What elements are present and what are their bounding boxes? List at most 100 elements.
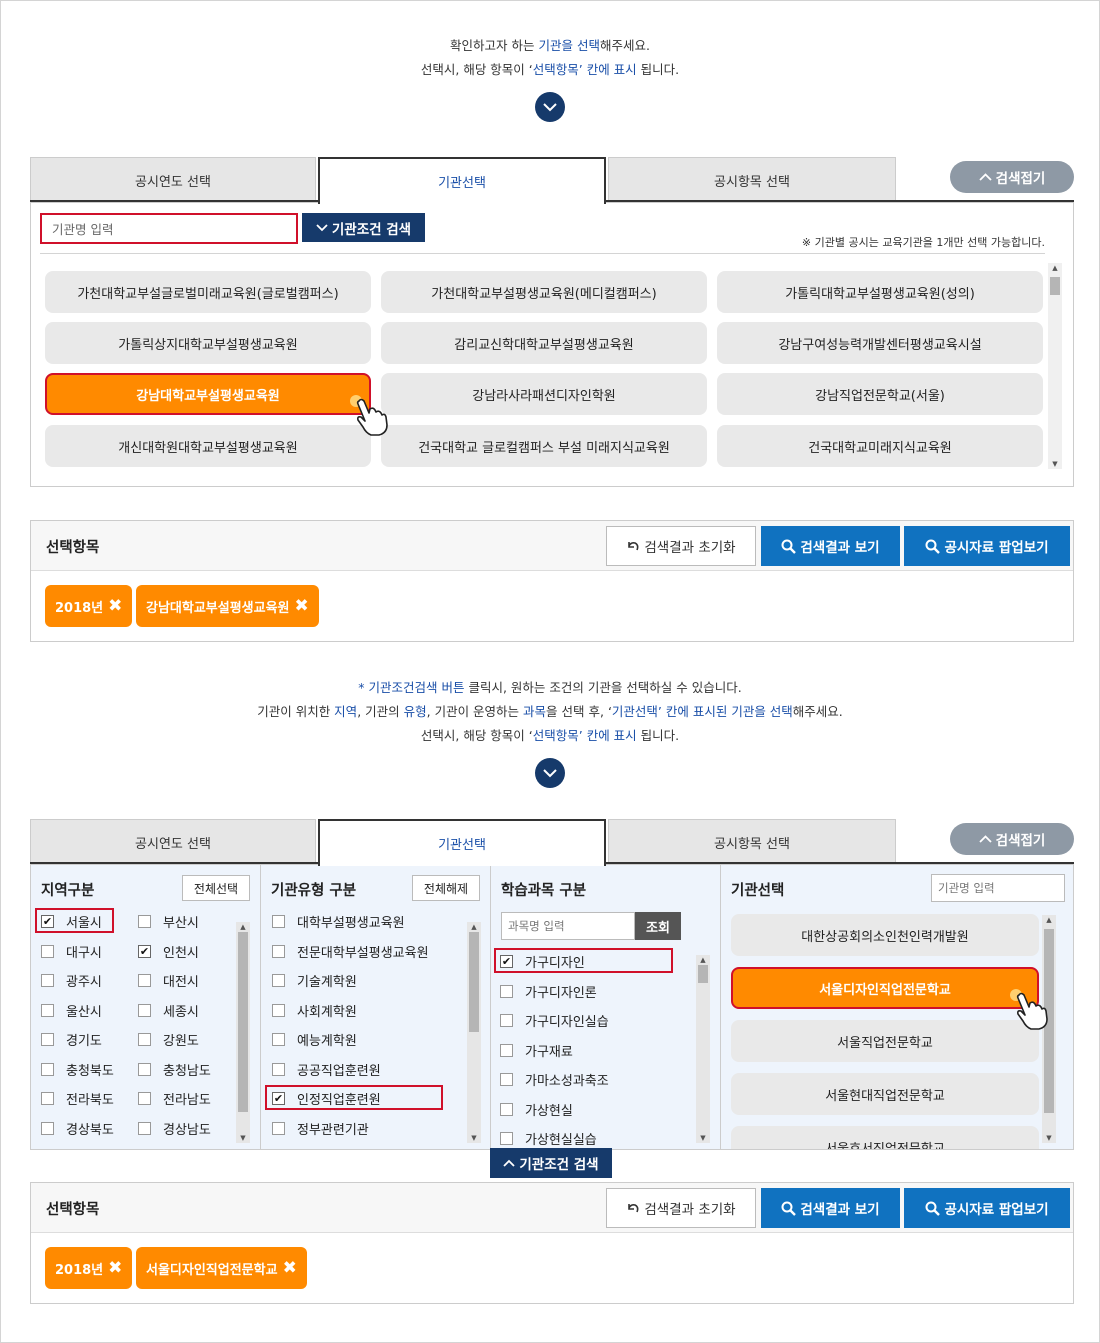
region-checkbox[interactable]: 경상남도 [138, 1119, 211, 1138]
collapse-search-button[interactable]: 검색접기 [950, 823, 1074, 855]
scroll-down-icon[interactable]: ▼ [467, 1133, 481, 1143]
scroll-down-icon[interactable]: ▼ [1048, 459, 1062, 469]
popup-view-button[interactable]: 공시자료 팝업보기 [904, 526, 1070, 566]
subject-checkbox[interactable]: 가상현실실습 [500, 1129, 597, 1148]
region-checkbox[interactable]: 울산시 [41, 1001, 102, 1020]
region-checkbox[interactable]: 부산시 [138, 912, 199, 931]
region-checkbox[interactable]: 대전시 [138, 971, 199, 990]
region-checkbox[interactable]: 세종시 [138, 1001, 199, 1020]
institution-item[interactable]: 가톨릭대학교부설평생교육원(성의) [717, 271, 1043, 313]
chevron-down-icon [535, 758, 565, 788]
type-checkbox[interactable]: 예능계학원 [272, 1030, 357, 1049]
close-icon[interactable]: ✖ [108, 1259, 122, 1277]
region-checkbox[interactable]: ✔ 인천시 [138, 942, 199, 961]
tab-items[interactable]: 공시항목 선택 [608, 819, 896, 864]
institution-item-selected[interactable]: 강남대학교부설평생교육원 [45, 373, 371, 415]
checkbox-icon [272, 1063, 285, 1076]
view-results-button[interactable]: 검색결과 보기 [761, 1188, 900, 1228]
close-icon[interactable]: ✖ [295, 597, 309, 615]
close-icon[interactable]: ✖ [108, 597, 122, 615]
scrollbar[interactable]: ▲ ▼ [1048, 263, 1062, 469]
region-checkbox[interactable]: 전라북도 [41, 1089, 114, 1108]
tab-year[interactable]: 공시연도 선택 [30, 819, 316, 864]
institution-item[interactable]: 서울직업전문학교 [731, 1020, 1039, 1062]
subject-checkbox[interactable]: 가상현실 [500, 1100, 573, 1119]
institution-item[interactable]: 강남라사라패션디자인학원 [381, 373, 707, 415]
subject-checkbox[interactable]: 가마소성과축조 [500, 1070, 609, 1089]
condition-search-button[interactable]: 기관조건 검색 [302, 213, 425, 242]
scroll-thumb[interactable] [238, 932, 248, 1112]
reset-results-button[interactable]: 검색결과 초기화 [606, 526, 756, 566]
scroll-down-icon[interactable]: ▼ [236, 1133, 250, 1143]
select-all-button[interactable]: 전체선택 [182, 875, 250, 901]
deselect-all-button[interactable]: 전체해제 [412, 875, 480, 901]
checkbox-icon [272, 945, 285, 958]
institution-item[interactable]: 가천대학교부설평생교육원(메디컬캠퍼스) [381, 271, 707, 313]
institution-item-selected[interactable]: 서울디자인직업전문학교 [731, 967, 1039, 1009]
selected-chip-institution[interactable]: 강남대학교부설평생교육원 ✖ [136, 585, 319, 627]
region-checkbox[interactable]: 충청북도 [41, 1060, 114, 1079]
scroll-down-icon[interactable]: ▼ [1042, 1133, 1056, 1143]
type-checkbox[interactable]: 사회계학원 [272, 1001, 357, 1020]
type-checkbox[interactable]: 대학부설평생교육원 [272, 912, 405, 931]
institution-item[interactable]: 강남직업전문학교(서울) [717, 373, 1043, 415]
search-icon [781, 539, 797, 554]
institution-item[interactable]: 가톨릭상지대학교부설평생교육원 [45, 322, 371, 364]
region-checkbox[interactable]: 강원도 [138, 1030, 199, 1049]
region-checkbox[interactable]: 대구시 [41, 942, 102, 961]
institution-search-input[interactable]: 기관명 입력 [40, 213, 298, 244]
view-results-button[interactable]: 검색결과 보기 [761, 526, 900, 566]
institution-item[interactable]: 가천대학교부설글로벌미래교육원(글로벌캠퍼스) [45, 271, 371, 313]
scroll-up-icon[interactable]: ▲ [236, 922, 250, 932]
region-checkbox[interactable]: 경상북도 [41, 1119, 114, 1138]
subject-checkbox[interactable]: 가구디자인실습 [500, 1011, 609, 1030]
scroll-up-icon[interactable]: ▲ [696, 955, 710, 965]
region-checkbox[interactable]: 경기도 [41, 1030, 102, 1049]
scrollbar[interactable]: ▲ ▼ [696, 955, 710, 1143]
type-checkbox[interactable]: 기술계학원 [272, 971, 357, 990]
reset-results-button[interactable]: 검색결과 초기화 [606, 1188, 756, 1228]
subject-checkbox[interactable]: 가구재료 [500, 1041, 573, 1060]
checkbox-icon [272, 1033, 285, 1046]
tab-institution[interactable]: 기관선택 [318, 819, 606, 866]
selected-chip-year[interactable]: 2018년 ✖ [45, 585, 133, 627]
institution-item[interactable]: 강남구여성능력개발센터평생교육시설 [717, 322, 1043, 364]
scroll-up-icon[interactable]: ▲ [467, 922, 481, 932]
institution-item[interactable]: 건국대학교미래지식교육원 [717, 425, 1043, 467]
type-checkbox[interactable]: 전문대학부설평생교육원 [272, 942, 429, 961]
institution-item[interactable]: 서울호서직업전문학교 [731, 1126, 1039, 1149]
tab-items[interactable]: 공시항목 선택 [608, 157, 896, 202]
scroll-down-icon[interactable]: ▼ [696, 1133, 710, 1143]
selected-chip-institution[interactable]: 서울디자인직업전문학교 ✖ [136, 1247, 307, 1289]
institution-search-input[interactable]: 기관명 입력 [931, 874, 1065, 902]
institution-item[interactable]: 대한상공회의소인천인력개발원 [731, 914, 1039, 956]
tab-year[interactable]: 공시연도 선택 [30, 157, 316, 202]
scroll-thumb[interactable] [1050, 277, 1060, 295]
scroll-thumb[interactable] [698, 965, 708, 983]
scroll-up-icon[interactable]: ▲ [1048, 263, 1062, 273]
type-checkbox[interactable]: 공공직업훈련원 [272, 1060, 381, 1079]
close-icon[interactable]: ✖ [283, 1259, 297, 1277]
tab-bar-2: 공시연도 선택 기관선택 공시항목 선택 검색접기 [30, 819, 1074, 866]
collapse-search-button[interactable]: 검색접기 [950, 161, 1074, 193]
region-checkbox[interactable]: 충청남도 [138, 1060, 211, 1079]
tab-institution[interactable]: 기관선택 [318, 157, 606, 204]
subject-checkbox[interactable]: 가구디자인론 [500, 982, 597, 1001]
institution-item[interactable]: 감리교신학대학교부설평생교육원 [381, 322, 707, 364]
condition-search-toggle-button[interactable]: 기관조건 검색 [490, 1148, 612, 1178]
popup-view-button[interactable]: 공시자료 팝업보기 [904, 1188, 1070, 1228]
scroll-thumb[interactable] [469, 932, 479, 1032]
selected-chip-year[interactable]: 2018년 ✖ [45, 1247, 133, 1289]
institution-item[interactable]: 건국대학교 글로컬캠퍼스 부설 미래지식교육원 [381, 425, 707, 467]
type-checkbox[interactable]: 정부관련기관 [272, 1119, 369, 1138]
scrollbar[interactable]: ▲ ▼ [467, 922, 481, 1143]
region-checkbox[interactable]: 광주시 [41, 971, 102, 990]
region-checkbox[interactable]: 전라남도 [138, 1089, 211, 1108]
subject-search-input[interactable]: 과목명 입력 [501, 912, 635, 940]
institution-item[interactable]: 개신대학원대학교부설평생교육원 [45, 425, 371, 467]
subject-lookup-button[interactable]: 조회 [635, 912, 681, 940]
guide-text-1: 확인하고자 하는 기관을 선택해주세요. 선택시, 해당 항목이 ‘선택항목’ … [420, 38, 680, 77]
scroll-up-icon[interactable]: ▲ [1042, 915, 1056, 925]
institution-item[interactable]: 서울현대직업전문학교 [731, 1073, 1039, 1115]
scrollbar[interactable]: ▲ ▼ [236, 922, 250, 1143]
